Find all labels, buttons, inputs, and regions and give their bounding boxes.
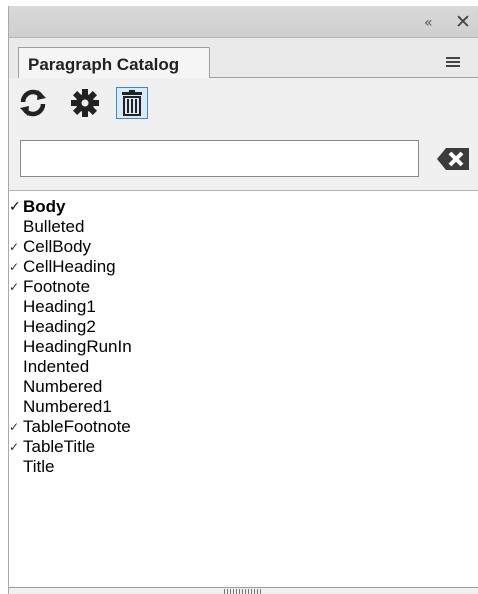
check-mark: ✓ (9, 420, 20, 434)
list-item-label: HeadingRunIn (23, 337, 132, 356)
settings-button[interactable] (69, 87, 101, 119)
check-mark: ✓ (9, 240, 20, 254)
collapse-icon[interactable]: « (424, 15, 433, 31)
list-item-label: CellBody (23, 237, 92, 256)
list-item-label: TableFootnote (23, 417, 131, 436)
refresh-icon (20, 89, 46, 117)
list-item-label: TableTitle (23, 437, 96, 456)
check-mark: ✓ (9, 440, 20, 454)
tab-divider (210, 77, 478, 78)
check-mark: ✓ (9, 199, 21, 215)
tab-row: Paragraph Catalog (9, 38, 478, 78)
delete-icon (122, 90, 142, 116)
list-item-label: Title (23, 457, 55, 476)
check-mark: ✓ (9, 280, 20, 294)
list-item-label: Heading2 (23, 317, 96, 336)
panel-title-bar[interactable]: « ✕ (9, 6, 478, 38)
paragraph-format-list[interactable]: ✓ Body Bulleted ✓ CellBody ✓ CellHeading… (9, 190, 478, 588)
search-input[interactable] (20, 140, 419, 177)
list-item-label: CellHeading (23, 257, 116, 276)
list-item-label: Body (23, 197, 66, 216)
list-item-label: Indented (23, 357, 90, 376)
list-item-label: Bulleted (23, 217, 85, 236)
list-item-label: Footnote (23, 277, 91, 296)
refresh-button[interactable] (17, 87, 49, 119)
panel-menu-icon[interactable] (446, 57, 460, 67)
list-item-label: Numbered (23, 377, 103, 396)
tab-paragraph-catalog[interactable]: Paragraph Catalog (18, 47, 210, 78)
resize-grip[interactable] (224, 589, 262, 594)
settings-icon (71, 89, 99, 117)
delete-unused-button[interactable] (116, 87, 148, 119)
paragraph-catalog-panel: « ✕ Paragraph Catalog ✓ Body Bulleted ✓ … (8, 6, 478, 594)
clear-icon (437, 148, 469, 170)
list-item-label: Numbered1 (23, 397, 112, 416)
close-icon[interactable]: ✕ (455, 11, 471, 33)
clear-search-button[interactable] (435, 142, 471, 176)
check-mark: ✓ (9, 260, 20, 274)
list-item-label: Heading1 (23, 297, 96, 316)
